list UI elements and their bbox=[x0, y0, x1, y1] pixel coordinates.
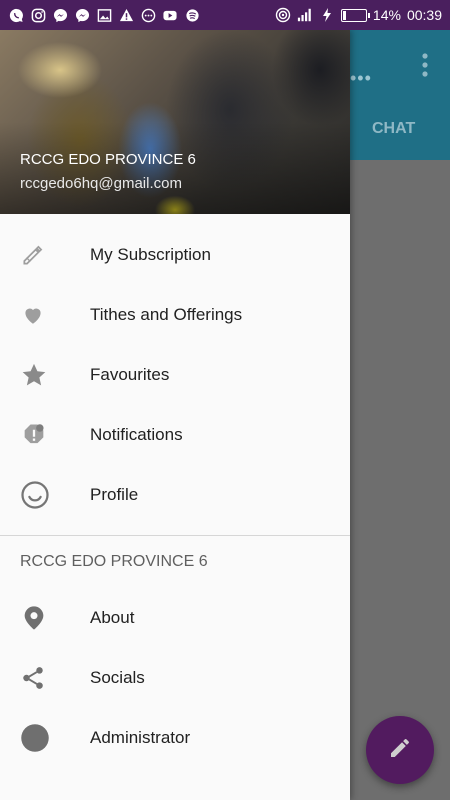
menu-item-about[interactable]: About bbox=[0, 588, 350, 648]
account-email: rccgedo6hq@gmail.com bbox=[20, 175, 182, 192]
star-icon bbox=[0, 361, 90, 389]
image-icon bbox=[96, 7, 112, 23]
section-title: RCCG EDO PROVINCE 6 bbox=[20, 553, 208, 570]
menu-item-notifications[interactable]: Notifications bbox=[0, 405, 350, 465]
music-icon bbox=[184, 7, 200, 23]
heart-icon bbox=[0, 302, 90, 328]
messaging-icon bbox=[8, 7, 24, 23]
navigation-drawer: RCCG EDO PROVINCE 6 rccgedo6hq@gmail.com… bbox=[0, 30, 350, 800]
battery-percent: 14% bbox=[372, 7, 401, 23]
menu-item-label: About bbox=[90, 608, 135, 627]
more-vert-icon[interactable] bbox=[422, 52, 428, 78]
menu-item-label: Favourites bbox=[90, 365, 170, 384]
chat-bubble-icon bbox=[140, 7, 156, 23]
clock: 00:39 bbox=[406, 7, 442, 23]
menu-item-label: Profile bbox=[90, 485, 139, 504]
menu-item-tithes-and-offerings[interactable]: Tithes and Offerings bbox=[0, 285, 350, 345]
drawer-header: RCCG EDO PROVINCE 6 rccgedo6hq@gmail.com bbox=[0, 30, 350, 214]
youtube-icon bbox=[162, 7, 178, 23]
menu-item-socials[interactable]: Socials bbox=[0, 648, 350, 708]
menu-item-administrator[interactable]: Administrator bbox=[0, 708, 350, 768]
menu-item-label: Notifications bbox=[90, 425, 183, 444]
pencil-icon bbox=[388, 736, 412, 765]
drawer-section-menu: About Socials Administrator bbox=[0, 588, 350, 768]
menu-item-label: Socials bbox=[90, 668, 145, 687]
drawer-menu: My Subscription Tithes and Offerings Fav… bbox=[0, 225, 350, 525]
messenger-icon bbox=[74, 7, 90, 23]
status-bar: 14% 00:39 bbox=[0, 0, 450, 30]
menu-item-my-subscription[interactable]: My Subscription bbox=[0, 225, 350, 285]
smiley-icon bbox=[0, 480, 90, 510]
location-pin-icon bbox=[0, 604, 90, 632]
menu-item-label: Administrator bbox=[90, 728, 191, 747]
compose-fab[interactable] bbox=[366, 716, 434, 784]
menu-item-label: Tithes and Offerings bbox=[90, 305, 243, 324]
background-app: ••• CHAT bbox=[350, 30, 450, 800]
pencil-icon bbox=[0, 242, 90, 268]
warning-icon bbox=[118, 7, 134, 23]
share-icon bbox=[0, 665, 90, 691]
system-status: 14% 00:39 bbox=[275, 7, 442, 23]
circle-icon bbox=[0, 723, 90, 753]
overflow-dots-icon: ••• bbox=[350, 68, 372, 88]
notification-icons bbox=[8, 7, 200, 23]
charging-icon bbox=[319, 7, 335, 23]
tab-chat[interactable]: CHAT bbox=[372, 120, 415, 138]
battery-icon bbox=[340, 8, 370, 22]
instagram-icon bbox=[30, 7, 46, 23]
hotspot-icon bbox=[275, 7, 291, 23]
menu-item-favourites[interactable]: Favourites bbox=[0, 345, 350, 405]
messenger-icon bbox=[52, 7, 68, 23]
background-toolbar: ••• CHAT bbox=[350, 30, 450, 160]
menu-item-label: My Subscription bbox=[90, 245, 211, 264]
menu-item-profile[interactable]: Profile bbox=[0, 465, 350, 525]
account-name: RCCG EDO PROVINCE 6 bbox=[20, 151, 196, 168]
signal-icon bbox=[297, 7, 313, 23]
notification-icon bbox=[0, 421, 90, 449]
